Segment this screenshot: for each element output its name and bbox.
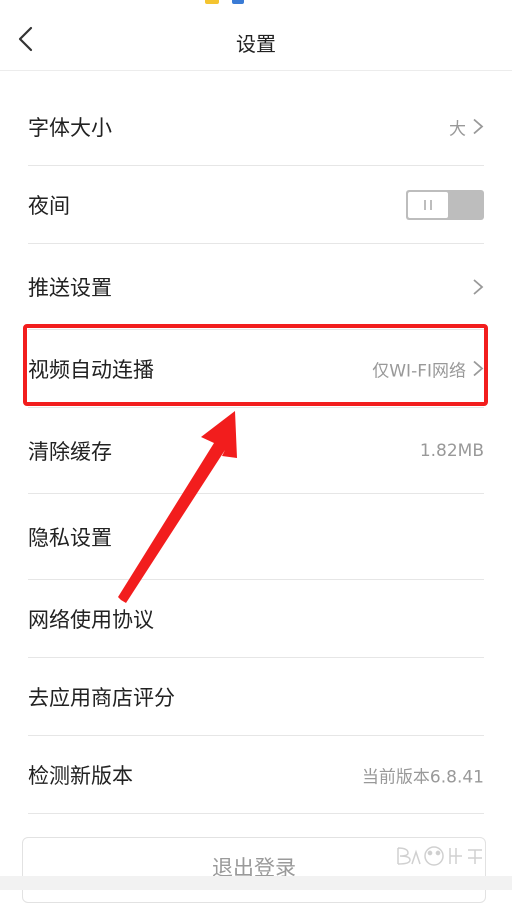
setting-value: 当前版本6.8.41 [361,767,484,787]
status-icon-blue [232,0,244,4]
setting-right: 仅WI-FI网络 [372,356,484,381]
setting-network-agreement[interactable]: 网络使用协议 [28,580,484,658]
setting-label: 去应用商店评分 [28,685,175,710]
setting-right [472,278,484,296]
setting-label: 夜间 [28,193,70,218]
setting-right [406,189,484,220]
setting-value: 仅WI-FI网络 [372,361,466,381]
setting-privacy[interactable]: 隐私设置 [28,494,484,580]
logout-button[interactable]: 退出登录 [22,837,486,903]
setting-font-size[interactable]: 字体大小 大 [28,88,484,166]
footer-bar [0,876,512,890]
setting-label: 推送设置 [28,275,112,300]
setting-label: 视频自动连播 [28,357,154,382]
setting-night-mode: 夜间 [28,166,484,244]
chevron-right-icon [473,360,484,377]
setting-clear-cache[interactable]: 清除缓存 1.82MB [28,408,484,494]
page-title: 设置 [236,32,276,56]
night-mode-toggle[interactable] [406,189,484,220]
chevron-right-icon [473,278,484,295]
setting-label: 隐私设置 [28,525,112,550]
setting-check-version[interactable]: 检测新版本 当前版本6.8.41 [28,736,484,814]
setting-right: 当前版本6.8.41 [362,762,484,787]
status-bar [0,0,512,8]
setting-right: 大 [449,114,484,139]
setting-value: 1.82MB [419,440,484,461]
setting-right: 1.82MB [420,441,484,461]
setting-label: 检测新版本 [28,763,133,788]
setting-label: 网络使用协议 [28,607,154,632]
setting-video-autoplay[interactable]: 视频自动连播 仅WI-FI网络 [28,330,484,408]
setting-label: 字体大小 [28,115,112,140]
setting-push[interactable]: 推送设置 [28,244,484,330]
app-header: 设置 [0,8,512,71]
setting-value: 大 [449,119,466,139]
toggle-knob [408,191,448,218]
chevron-right-icon [473,118,484,135]
setting-rate-app[interactable]: 去应用商店评分 [28,658,484,736]
setting-label: 清除缓存 [28,439,112,464]
status-icon-yellow [205,0,219,4]
settings-list: 字体大小 大 夜间 推送设置 视频自动连播 仅WI-FI网络 清除缓存 1.82… [0,88,512,814]
